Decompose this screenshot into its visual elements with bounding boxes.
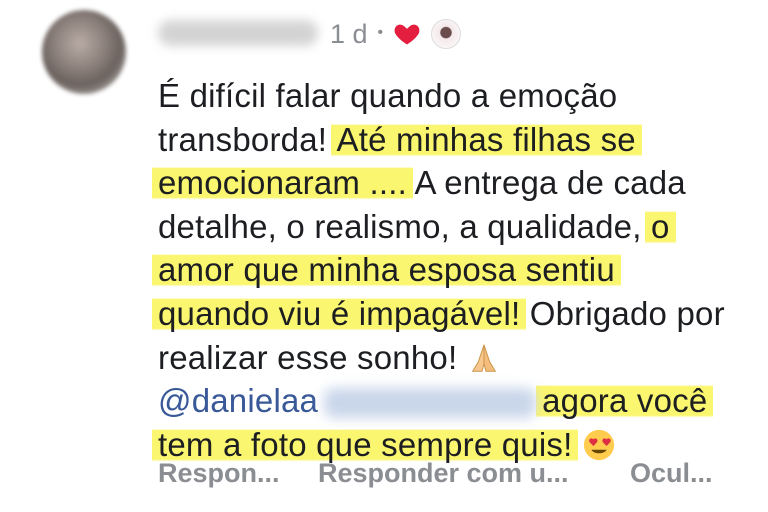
reply-with-button[interactable]: Responder com u... bbox=[318, 458, 569, 489]
reply-button[interactable]: Respon... bbox=[158, 458, 280, 489]
comment-body: É difícil falar quando a emoção transbor… bbox=[152, 74, 758, 466]
user-mention-link[interactable]: @danielaa bbox=[158, 382, 318, 419]
commenter-name-redacted[interactable] bbox=[158, 20, 318, 46]
comment-text: Obrigado por bbox=[529, 294, 725, 332]
commenter-avatar[interactable] bbox=[42, 10, 126, 94]
comment-line: É difícil falar quando a emoção bbox=[158, 74, 758, 118]
highlighted-text: o bbox=[644, 207, 676, 245]
comment-text: É difícil falar quando a emoção bbox=[158, 77, 618, 114]
mention-redacted[interactable] bbox=[324, 388, 537, 419]
comment-line: quando viu é impagável! Obrigado por bbox=[152, 292, 758, 336]
meta-separator: • bbox=[377, 24, 384, 41]
comment-line: realizar esse sonho! bbox=[158, 336, 758, 380]
hide-button[interactable]: Ocul... bbox=[630, 458, 713, 489]
highlighted-text: quando viu é impagável! bbox=[152, 294, 527, 332]
comment-line: detalhe, o realismo, a qualidade, o bbox=[158, 205, 758, 249]
praying-hands-emoji bbox=[471, 344, 496, 372]
comment-line: transborda! Até minhas filhas se bbox=[158, 118, 758, 162]
page-reaction-avatar[interactable] bbox=[431, 19, 462, 49]
highlighted-text: emocionaram .... bbox=[152, 164, 413, 202]
highlighted-text: agora você bbox=[536, 382, 714, 420]
comment-text: transborda! bbox=[158, 120, 328, 158]
comment-meta: 1 d • bbox=[330, 14, 462, 54]
comment-line: amor que minha esposa sentiu bbox=[152, 248, 758, 292]
comment-text: realizar esse sonho! bbox=[158, 338, 458, 376]
comment-line: emocionaram .... A entrega de cada bbox=[152, 161, 758, 205]
highlighted-text: Até minhas filhas se bbox=[330, 120, 642, 158]
comment-text: detalhe, o realismo, a qualidade, bbox=[158, 207, 642, 245]
highlighted-text: amor que minha esposa sentiu bbox=[152, 251, 621, 289]
heart-eyes-emoji bbox=[583, 429, 614, 460]
comment-text: A entrega de cada bbox=[414, 164, 686, 202]
heart-reaction-icon[interactable] bbox=[393, 20, 421, 48]
comment-timestamp[interactable]: 1 d bbox=[330, 19, 368, 50]
comment-line: @danielaa agora você bbox=[158, 379, 758, 423]
